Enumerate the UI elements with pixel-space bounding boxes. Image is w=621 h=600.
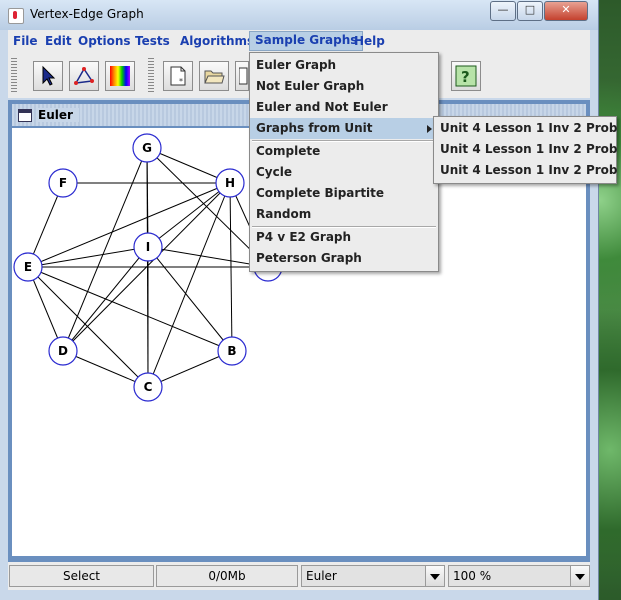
title-bar[interactable]: Vertex-Edge Graph — □ ✕ — [0, 0, 598, 30]
graph-vertex-E[interactable]: E — [13, 252, 43, 282]
menu-item-cycle[interactable]: Cycle — [250, 162, 438, 183]
menu-sample-graphs[interactable]: Sample Graphs — [249, 31, 364, 51]
graph-edge-E-C[interactable] — [27, 266, 149, 388]
vertex-label: C — [144, 380, 153, 394]
menu-help[interactable]: Help — [349, 33, 390, 51]
minimize-button[interactable]: — — [490, 1, 516, 21]
java-app-icon — [8, 8, 24, 24]
frame-window-icon — [18, 109, 32, 122]
mode-indicator: Select — [9, 565, 154, 587]
submenu-item-prob-6[interactable]: Unit 4 Lesson 1 Inv 2 Prob 6 — [434, 160, 621, 181]
zoom-select[interactable]: 100 % — [448, 565, 590, 587]
vertex-label: G — [142, 141, 152, 155]
maximize-button[interactable]: □ — [517, 1, 543, 21]
graph-vertex-H[interactable]: H — [215, 168, 245, 198]
svg-text:*: * — [179, 77, 183, 86]
graph-select[interactable]: Euler — [301, 565, 445, 587]
color-button[interactable] — [105, 61, 135, 91]
menu-file[interactable]: File — [8, 33, 43, 51]
close-button[interactable]: ✕ — [544, 1, 588, 21]
open-folder-icon — [204, 70, 225, 84]
graph-edge-H-I[interactable] — [147, 182, 231, 248]
graph-edge-I-E[interactable] — [27, 246, 149, 268]
svg-text:?: ? — [461, 68, 470, 86]
vertex-label: F — [59, 176, 67, 190]
menu-item-euler-generator[interactable]: Euler and Not Euler Generator — [250, 97, 438, 135]
menu-bar: File Edit Options Tests Algorithms Sampl… — [8, 30, 590, 53]
graph-vertex-I[interactable]: I — [133, 232, 163, 262]
submenu-item-prob-5-ii[interactable]: Unit 4 Lesson 1 Inv 2 Prob 5 ii — [434, 139, 621, 160]
vertex-label: E — [24, 260, 32, 274]
chevron-down-icon[interactable] — [570, 566, 589, 586]
toolbar-grip[interactable] — [11, 58, 17, 92]
menu-item-not-euler-graph[interactable]: Not Euler Graph — [250, 76, 438, 97]
internal-frame-title: Euler — [38, 108, 79, 122]
menu-item-euler-graph[interactable]: Euler Graph — [250, 55, 438, 76]
edit-graph-button[interactable] — [69, 61, 99, 91]
chevron-down-icon[interactable] — [425, 566, 444, 586]
vertex-label: H — [225, 176, 235, 190]
graph-edge-H-C[interactable] — [147, 182, 231, 388]
graph-edge-I-B[interactable] — [147, 246, 233, 352]
graph-vertex-G[interactable]: G — [132, 133, 162, 163]
menu-tests[interactable]: Tests — [130, 33, 175, 51]
graph-vertex-D[interactable]: D — [48, 336, 78, 366]
new-document-icon: * — [170, 66, 186, 86]
toolbar-grip-2[interactable] — [148, 58, 154, 92]
menu-item-p4-v-e2-graph[interactable]: P4 v E2 Graph — [250, 227, 438, 248]
menu-edit[interactable]: Edit — [40, 33, 77, 51]
vertex-label: I — [146, 240, 150, 254]
new-graph-button[interactable]: * — [163, 61, 193, 91]
menu-item-complete[interactable]: Complete — [250, 141, 438, 162]
select-arrow-icon — [42, 65, 56, 86]
select-tool-button[interactable] — [33, 61, 63, 91]
edit-graph-icon — [74, 67, 94, 85]
graph-select-value: Euler — [306, 569, 337, 583]
document-icon — [239, 67, 248, 85]
graph-vertex-C[interactable]: C — [133, 372, 163, 402]
graphs-from-unit-submenu: Unit 4 Lesson 1 Inv 2 Prob 5 i Unit 4 Le… — [433, 116, 621, 184]
memory-indicator: 0/0Mb — [156, 565, 298, 587]
open-button[interactable] — [199, 61, 229, 91]
zoom-select-value: 100 % — [453, 569, 492, 583]
graph-vertex-B[interactable]: B — [217, 336, 247, 366]
save-button[interactable] — [235, 61, 249, 91]
submenu-item-prob-5-i[interactable]: Unit 4 Lesson 1 Inv 2 Prob 5 i — [434, 118, 621, 139]
menu-item-complete-bipartite[interactable]: Complete Bipartite — [250, 183, 438, 204]
vertex-label: B — [227, 344, 236, 358]
menu-item-graphs-from-unit-label: Graphs from Unit — [256, 121, 373, 135]
color-spectrum-icon — [110, 66, 130, 86]
vertex-label: D — [58, 344, 68, 358]
menu-item-peterson-graph[interactable]: Peterson Graph — [250, 248, 438, 269]
help-icon: ? — [455, 65, 477, 87]
status-bar: Select 0/0Mb Euler 100 % — [8, 562, 590, 590]
menu-options[interactable]: Options — [73, 33, 136, 51]
help-button[interactable]: ? — [451, 61, 481, 91]
menu-item-random[interactable]: Random — [250, 204, 438, 225]
menu-algorithms[interactable]: Algorithms — [175, 33, 259, 51]
sample-graphs-dropdown: Euler Graph Not Euler Graph Euler and No… — [249, 52, 439, 272]
submenu-arrow-icon — [427, 125, 432, 133]
window-title: Vertex-Edge Graph — [30, 7, 144, 21]
menu-item-graphs-from-unit[interactable]: Graphs from Unit — [250, 118, 438, 139]
graph-vertex-F[interactable]: F — [48, 168, 78, 198]
